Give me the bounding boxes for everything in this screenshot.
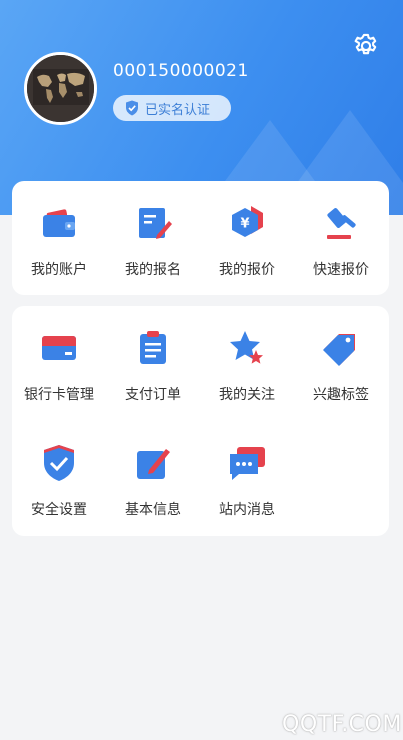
menu-label: 基本信息: [125, 502, 181, 518]
services-card: 银行卡管理 支付订单 我的关注 兴趣标签 安全设置 基本信息 站内消息: [12, 306, 389, 536]
menu-interest-tags[interactable]: 兴趣标签: [294, 306, 388, 406]
menu-label: 支付订单: [125, 387, 181, 403]
menu-label: 兴趣标签: [313, 387, 369, 403]
edit-form-icon: [139, 208, 172, 239]
shield-check-icon: [44, 445, 74, 481]
message-icon: [230, 447, 265, 480]
menu-payment-orders[interactable]: 支付订单: [106, 306, 200, 406]
menu-quick-quote[interactable]: 快速报价: [294, 181, 388, 281]
menu-label: 安全设置: [31, 502, 87, 518]
menu-label: 站内消息: [219, 502, 275, 518]
menu-basic-info[interactable]: 基本信息: [106, 421, 200, 521]
menu-my-account[interactable]: 我的账户: [12, 181, 106, 281]
menu-label: 我的报价: [219, 262, 275, 278]
menu-label: 快速报价: [313, 262, 369, 278]
menu-label: 我的关注: [219, 387, 275, 403]
avatar[interactable]: [24, 52, 97, 125]
tag-icon: [323, 334, 355, 366]
menu-label: 我的账户: [31, 262, 87, 278]
svg-text:¥: ¥: [240, 217, 249, 232]
gavel-icon: [327, 208, 356, 239]
menu-my-follows[interactable]: 我的关注: [200, 306, 294, 406]
settings-gear-icon[interactable]: [352, 32, 380, 60]
menu-security-settings[interactable]: 安全设置: [12, 421, 106, 521]
verified-label: 已实名认证: [145, 102, 211, 118]
edit-info-icon: [137, 449, 170, 479]
watermark: QQTF.COM: [282, 712, 402, 737]
verified-badge: 已实名认证: [113, 95, 231, 121]
clipboard-order-icon: [140, 331, 166, 364]
menu-label: 我的报名: [125, 262, 181, 278]
shield-check-icon: [126, 100, 138, 116]
world-map-image: [27, 55, 94, 122]
menu-site-messages[interactable]: 站内消息: [200, 421, 294, 521]
my-activity-card: 我的账户 我的报名 ¥ 我的报价 快速报价: [12, 181, 389, 295]
bank-card-icon: [42, 336, 76, 360]
menu-my-quote[interactable]: ¥ 我的报价: [200, 181, 294, 281]
menu-bank-card[interactable]: 银行卡管理: [12, 306, 106, 406]
menu-my-registration[interactable]: 我的报名: [106, 181, 200, 281]
menu-label: 银行卡管理: [24, 387, 94, 403]
wallet-icon: [43, 209, 75, 237]
yuan-hexagon-icon: ¥: [232, 206, 263, 237]
star-icon: [230, 331, 263, 364]
user-phone-number: 000150000021: [113, 61, 249, 81]
